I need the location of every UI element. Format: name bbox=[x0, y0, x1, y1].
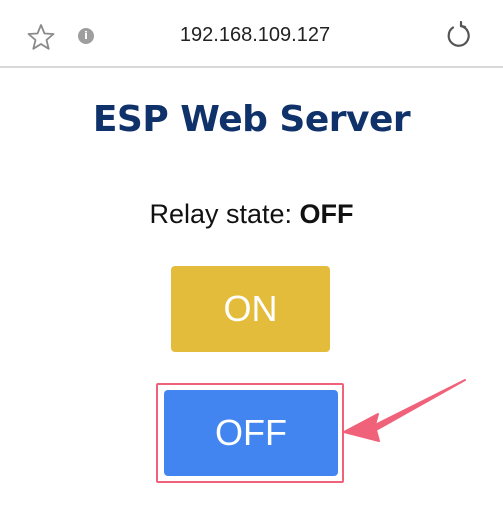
url-field[interactable]: 192.168.109.127 bbox=[140, 22, 370, 48]
reload-icon[interactable] bbox=[444, 21, 472, 49]
relay-state-value: OFF bbox=[299, 199, 354, 229]
on-button[interactable]: ON bbox=[171, 266, 330, 352]
relay-state-label: Relay state: bbox=[149, 199, 300, 229]
browser-window: i 192.168.109.127 ESP Web Server Relay s… bbox=[0, 0, 503, 507]
info-icon[interactable]: i bbox=[78, 28, 94, 44]
off-button[interactable]: OFF bbox=[164, 390, 338, 476]
page-title: ESP Web Server bbox=[92, 99, 411, 140]
address-bar: i 192.168.109.127 bbox=[0, 0, 503, 68]
relay-state-text: Relay state: OFF bbox=[0, 196, 503, 232]
star-icon[interactable] bbox=[26, 22, 56, 52]
